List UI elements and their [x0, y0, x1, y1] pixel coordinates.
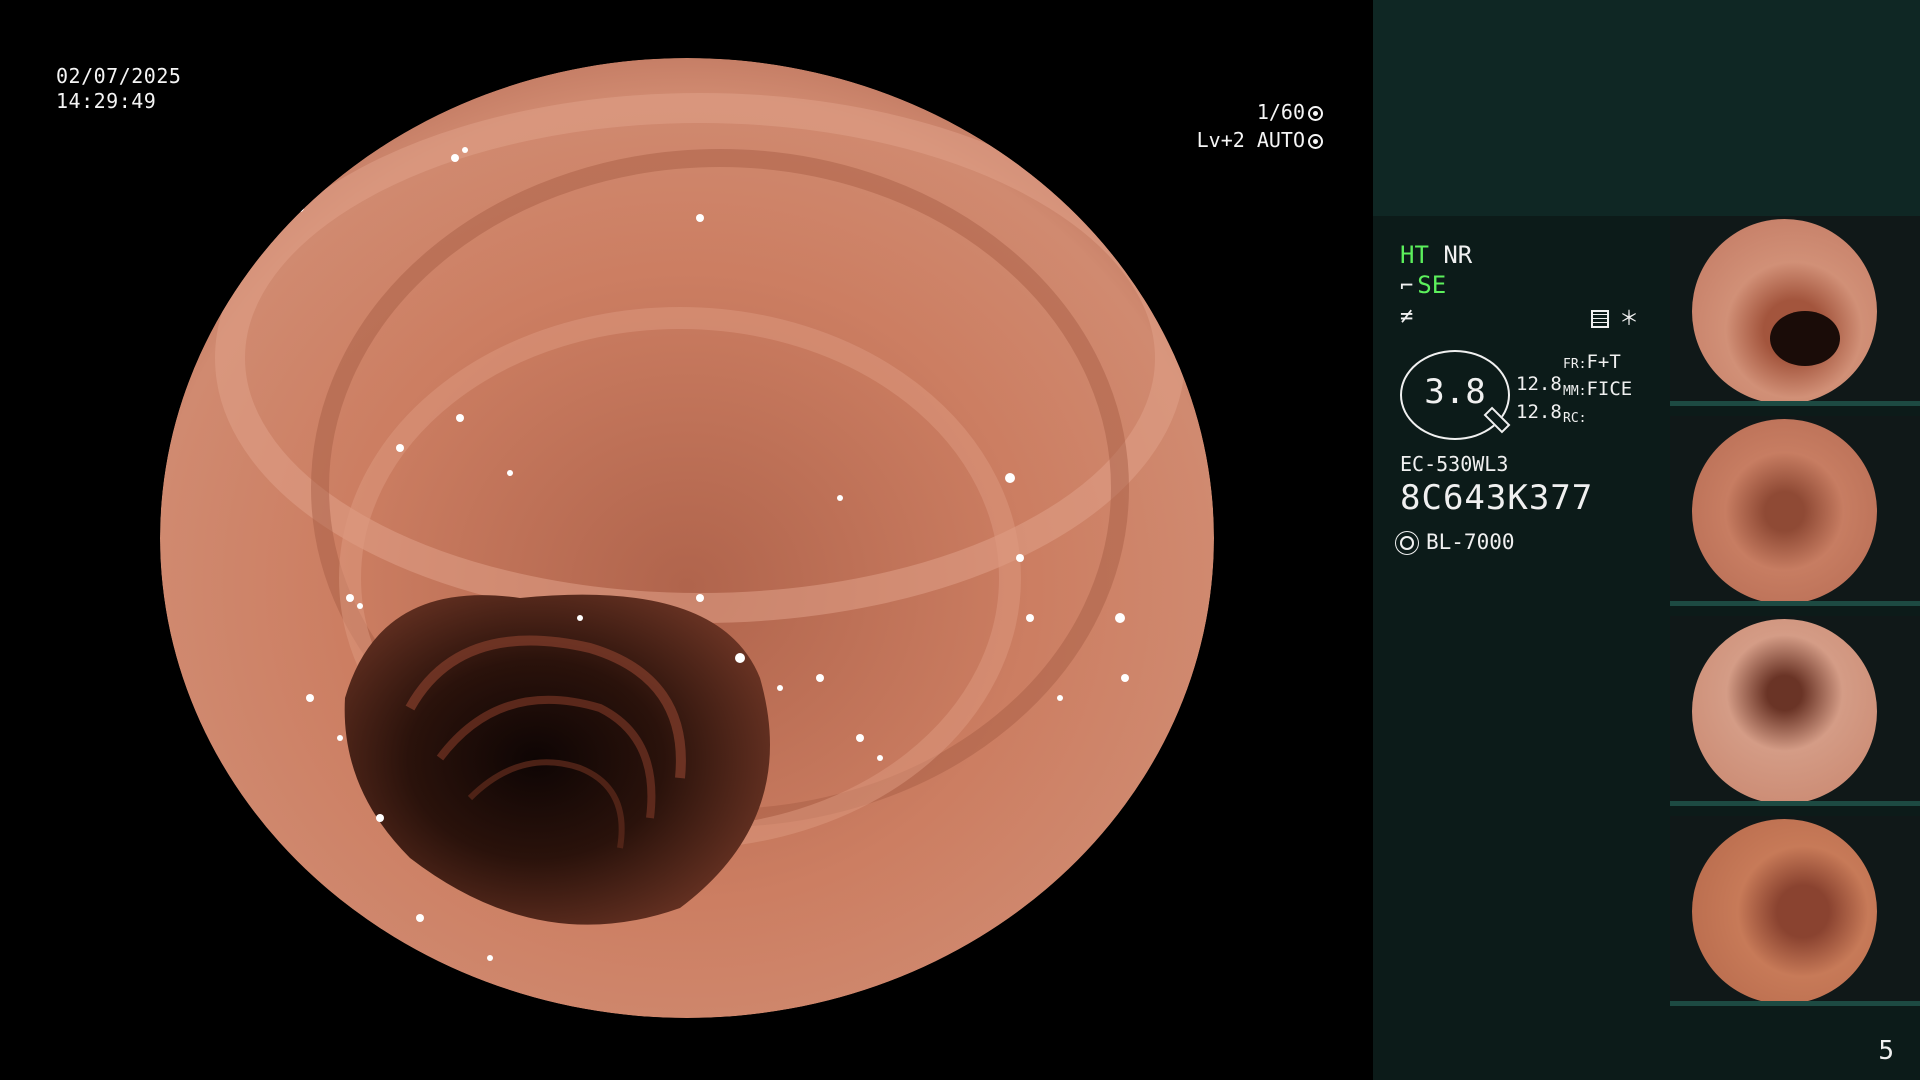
level-text: Lv+2 [1196, 128, 1245, 152]
right-status-panel: HT NR ⌐ SE ≠ ＊ 3.8 12.8 12.8 FR:F+T MM:F… [1373, 0, 1920, 1080]
thumbnail-image [1692, 619, 1877, 804]
thumbnail-4[interactable] [1670, 816, 1920, 1006]
zoom-num-bottom: 12.8 [1516, 401, 1562, 423]
shutter-gear-icon [1308, 106, 1323, 121]
page-number: 5 [1878, 1036, 1894, 1066]
mode-labels: FR:F+T MM:FICE RC: [1563, 350, 1632, 431]
endoscopic-image [160, 58, 1214, 1018]
light-source: BL-7000 [1400, 530, 1515, 554]
nr-label: NR [1443, 241, 1473, 269]
mode-text: AUTO [1256, 128, 1305, 152]
status-icons: ＊ [1591, 302, 1639, 331]
endoscopy-screen: 02/07/2025 14:29:49 1/60 Lv+2 AUTO HT NR… [0, 0, 1920, 1080]
thumbnail-2[interactable] [1670, 416, 1920, 606]
date-text: 02/07/2025 [56, 64, 182, 88]
zoom-num-top: 12.8 [1516, 373, 1562, 395]
menu-icon [1591, 310, 1609, 328]
colon-lumen-image [160, 58, 1214, 1018]
zoom-value: 3.8 [1424, 372, 1486, 412]
thumbnail-3[interactable] [1670, 616, 1920, 806]
exposure-info: 1/60 Lv+2 AUTO [1197, 98, 1323, 154]
fr-value: F+T [1586, 351, 1621, 373]
mm-label: MM: [1563, 384, 1587, 399]
asterisk-icon: ＊ [1619, 306, 1639, 330]
thumbnail-image [1692, 419, 1877, 604]
captured-thumbnails [1670, 216, 1920, 1016]
zoom-numbers: 12.8 12.8 [1516, 370, 1562, 426]
thumbnail-bar [1670, 401, 1920, 406]
thumbnail-1[interactable] [1670, 216, 1920, 406]
scope-model: EC-530WL3 [1400, 452, 1509, 476]
light-source-text: BL-7000 [1426, 530, 1515, 554]
panel-header-band [1373, 0, 1920, 216]
zoom-indicator: 3.8 12.8 12.8 FR:F+T MM:FICE RC: [1400, 350, 1665, 445]
enhance-icon: ⌐ [1400, 274, 1414, 299]
processor-status: HT NR ⌐ SE ≠ ＊ 3.8 12.8 12.8 FR:F+T MM:F… [1400, 240, 1665, 554]
fr-label: FR: [1563, 357, 1587, 372]
shutter-text: 1/60 [1256, 100, 1305, 124]
thumbnail-image [1692, 819, 1877, 1004]
thumbnail-image [1692, 219, 1877, 404]
se-label: SE [1417, 271, 1447, 299]
endoscope-live-view-area: 02/07/2025 14:29:49 1/60 Lv+2 AUTO [0, 0, 1373, 1080]
time-text: 14:29:49 [56, 89, 157, 113]
thumbnail-lumen [1770, 311, 1840, 366]
mode-gear-icon [1308, 134, 1323, 149]
scope-serial: 8C643K377 [1400, 478, 1594, 518]
mm-value: FICE [1586, 378, 1633, 400]
ht-label: HT [1400, 241, 1429, 269]
thumbnail-bar [1670, 801, 1920, 806]
freeze-off-icon: ≠ [1400, 304, 1414, 329]
thumbnail-bar [1670, 601, 1920, 606]
light-icon [1400, 536, 1414, 550]
rc-label: RC: [1563, 411, 1587, 426]
datetime-display: 02/07/2025 14:29:49 [56, 64, 181, 114]
thumbnail-bar [1670, 1001, 1920, 1006]
